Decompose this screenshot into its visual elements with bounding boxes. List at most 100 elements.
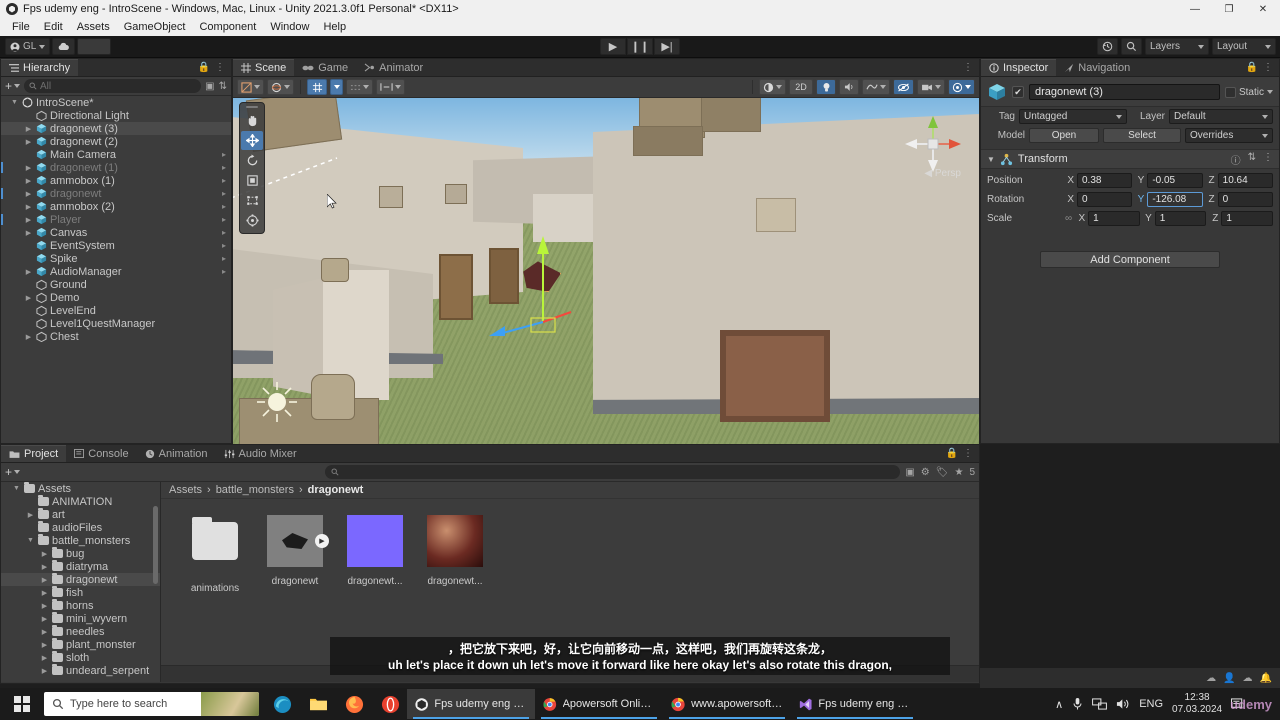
hierarchy-item-player[interactable]: ▶ Player ▸ (1, 213, 231, 226)
chevron-right-icon[interactable]: ▸ (222, 150, 231, 159)
lighting-toggle-button[interactable] (816, 79, 836, 95)
clock[interactable]: 12:38 07.03.2024 (1172, 692, 1222, 716)
hierarchy-item-ammobox-2[interactable]: ▶ ammobox (2) ▸ (1, 200, 231, 213)
hierarchy-twisty[interactable]: ▶ (24, 125, 33, 133)
overrides-dropdown[interactable]: Overrides (1185, 128, 1273, 143)
breadcrumb-item[interactable]: battle_monsters (216, 484, 294, 496)
scene-shading-button[interactable] (759, 79, 786, 95)
menu-dots-icon[interactable]: ⋮ (215, 62, 225, 73)
hierarchy-item-dragonewt-2[interactable]: ▶ dragonewt (2) (1, 135, 231, 148)
position-x-input[interactable]: 0.38 (1077, 172, 1133, 188)
help-icon[interactable]: ⓘ (1231, 152, 1241, 167)
language-indicator[interactable]: ENG (1139, 698, 1163, 710)
lock-icon[interactable]: 🔒 (946, 448, 958, 459)
notification-status-icon[interactable]: 🔔 (1260, 673, 1272, 684)
hierarchy-item-ammobox-1[interactable]: ▶ ammobox (1) ▸ (1, 174, 231, 187)
chevron-right-icon[interactable]: ▸ (222, 241, 231, 250)
tab-animation[interactable]: Animation (137, 445, 216, 462)
draw-mode-button[interactable] (267, 79, 294, 95)
scene-camera-button[interactable] (917, 79, 945, 95)
taskbar-app-apowersoft-site[interactable]: www.apowersoft.c... (663, 689, 791, 719)
menu-component[interactable]: Component (192, 20, 263, 34)
chevron-right-icon[interactable]: ▸ (222, 215, 231, 224)
folder-twisty[interactable]: ▶ (40, 550, 49, 558)
hierarchy-item-spike[interactable]: Spike ▸ (1, 252, 231, 265)
hierarchy-twisty[interactable]: ▶ (24, 216, 33, 224)
rotate-tool-button[interactable] (241, 151, 263, 170)
hierarchy-item-canvas[interactable]: ▶ Canvas ▸ (1, 226, 231, 239)
hierarchy-twisty[interactable]: ▼ (10, 99, 19, 106)
chevron-right-icon[interactable]: ▸ (222, 228, 231, 237)
project-search-input[interactable] (325, 465, 901, 479)
chevron-right-icon[interactable]: ▸ (222, 202, 231, 211)
project-folder-bug[interactable]: ▶ bug (1, 547, 160, 560)
folder-twisty[interactable]: ▶ (40, 563, 49, 571)
tray-chevron-icon[interactable]: ∧ (1055, 698, 1063, 711)
menu-dots-icon[interactable]: ⋮ (963, 62, 973, 73)
account-button[interactable]: GL (5, 38, 51, 55)
rect-tool-button[interactable] (241, 191, 263, 210)
hierarchy-item-chest[interactable]: ▶ Chest (1, 330, 231, 343)
menu-file[interactable]: File (5, 20, 37, 34)
project-folder-undeard-serpent[interactable]: ▶ undeard_serpent (1, 664, 160, 677)
audio-toggle-button[interactable] (839, 79, 859, 95)
project-folder-dragonewt[interactable]: ▶ dragonewt (1, 573, 160, 586)
hierarchy-twisty[interactable]: ▶ (24, 190, 33, 198)
menu-window[interactable]: Window (263, 20, 316, 34)
move-tool-button[interactable] (241, 131, 263, 150)
project-folder-diatryma[interactable]: ▶ diatryma (1, 560, 160, 573)
taskbar-app-unity[interactable]: Fps udemy eng - In... (407, 689, 535, 719)
chevron-right-icon[interactable]: ▸ (222, 176, 231, 185)
folder-twisty[interactable]: ▶ (40, 602, 49, 610)
maximize-button[interactable]: ❐ (1212, 0, 1246, 18)
hierarchy-twisty[interactable]: ▶ (24, 177, 33, 185)
tree-scrollbar[interactable] (153, 506, 158, 584)
static-checkbox[interactable] (1224, 86, 1236, 98)
toolbar-search-button[interactable] (1121, 38, 1142, 55)
shading-mode-button[interactable] (237, 79, 264, 95)
menu-help[interactable]: Help (316, 20, 353, 34)
project-folder-fish[interactable]: ▶ fish (1, 586, 160, 599)
hierarchy-twisty[interactable]: ▶ (24, 229, 33, 237)
hierarchy-twisty[interactable]: ▶ (24, 164, 33, 172)
menu-assets[interactable]: Assets (70, 20, 117, 34)
hierarchy-item-demo[interactable]: ▶ Demo (1, 291, 231, 304)
collab-icon[interactable]: ☁ (1206, 673, 1216, 684)
tab-navigation[interactable]: Navigation (1056, 59, 1138, 76)
lock-icon[interactable]: 🔒 (198, 62, 210, 73)
layers-dropdown[interactable]: Layers (1145, 38, 1209, 55)
favorites-icon[interactable]: ★ (954, 467, 963, 478)
hierarchy-twisty[interactable]: ▶ (24, 268, 33, 276)
scale-tool-button[interactable] (241, 171, 263, 190)
scale-z-input[interactable]: 1 (1221, 210, 1274, 226)
rotation-y-input[interactable]: -126.08 (1147, 191, 1203, 207)
position-z-input[interactable]: 10.64 (1217, 172, 1273, 188)
folder-twisty[interactable]: ▼ (26, 537, 35, 544)
project-folder-assets[interactable]: ▼ Assets (1, 482, 160, 495)
chevron-right-icon[interactable]: ▸ (222, 163, 231, 172)
tag-dropdown[interactable]: Untagged (1019, 109, 1127, 124)
rotation-z-input[interactable]: 0 (1217, 191, 1273, 207)
hierarchy-twisty[interactable]: ▶ (24, 333, 33, 341)
filter-label-icon[interactable]: 🏷 (936, 467, 949, 478)
taskbar-app-apowersoft-online[interactable]: Apowersoft Online ... (535, 689, 663, 719)
transform-tool-button[interactable] (241, 211, 263, 230)
hierarchy-item-directional-light[interactable]: Directional Light (1, 109, 231, 122)
play-button[interactable]: ▶ (600, 38, 626, 55)
edge-icon[interactable] (265, 689, 299, 719)
volume-icon[interactable] (1116, 698, 1130, 710)
position-y-input[interactable]: -0.05 (1147, 172, 1203, 188)
hierarchy-item-dragonewt-1[interactable]: ▶ dragonewt (1) ▸ (1, 161, 231, 174)
breadcrumb[interactable]: Assets › battle_monsters › dragonewt (161, 482, 979, 499)
taskbar-app-visual-studio[interactable]: Fps udemy eng - M... (791, 689, 919, 719)
asset-item[interactable]: animations (183, 513, 247, 594)
tab-audio-mixer[interactable]: Audio Mixer (216, 445, 305, 462)
project-folder-animation[interactable]: ANIMATION (1, 495, 160, 508)
open-model-button[interactable]: Open (1029, 128, 1099, 143)
asset-item[interactable]: dragonewt... (343, 513, 407, 594)
menu-dots-icon[interactable]: ⋮ (963, 448, 973, 459)
hierarchy-tree[interactable]: ▼ IntroScene* Directional Light ▶ dragonewt … (1, 96, 231, 443)
gameobject-enabled-checkbox[interactable]: ✔ (1012, 86, 1024, 98)
lock-icon[interactable]: 🔒 (1246, 62, 1258, 73)
effects-button[interactable] (862, 79, 890, 95)
